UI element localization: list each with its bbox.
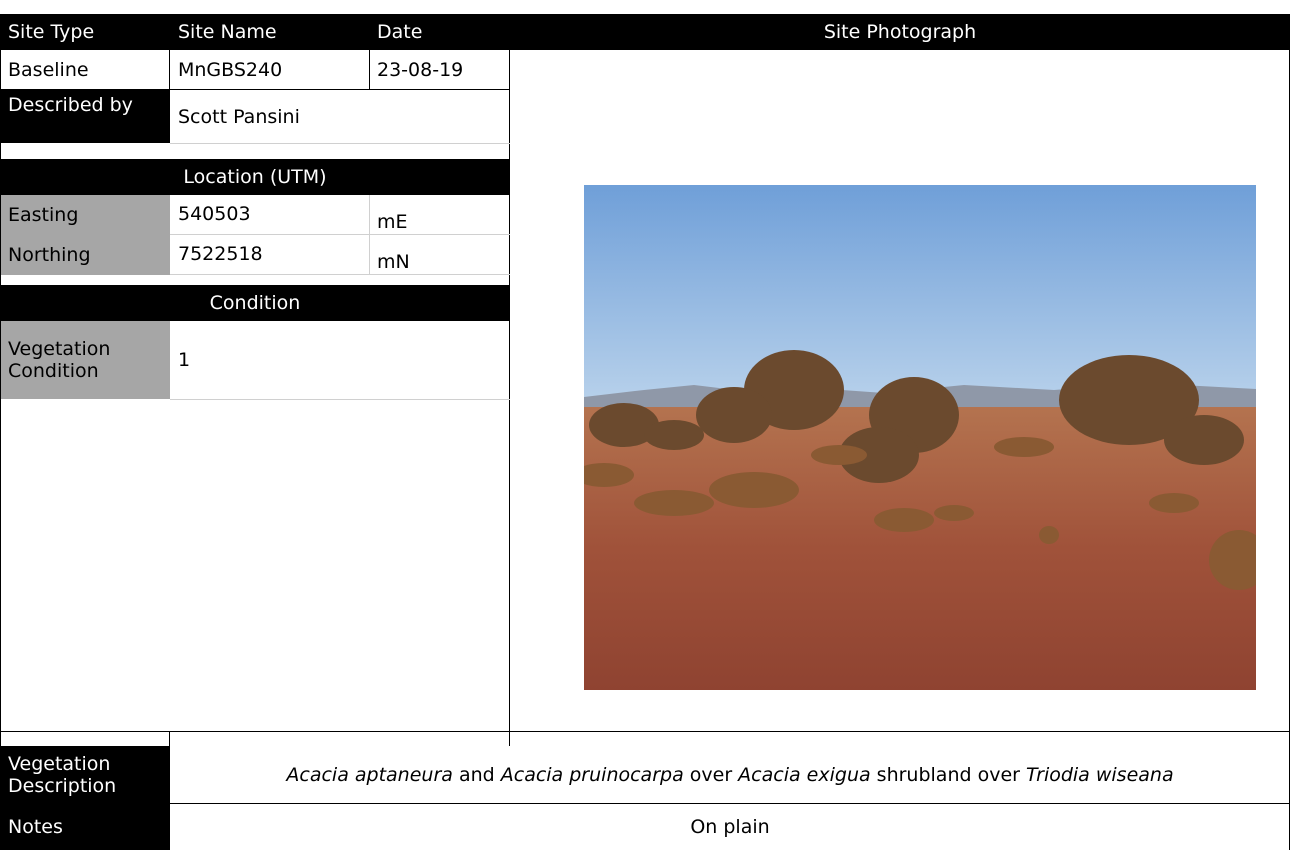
northing-label: Northing	[0, 235, 170, 275]
divider	[369, 50, 370, 90]
divider	[0, 89, 510, 90]
condition-title: Condition	[0, 285, 510, 321]
divider	[369, 195, 370, 275]
divider	[0, 731, 1290, 732]
divider	[170, 399, 510, 400]
vegetation-description-part: Triodia wiseana	[1026, 763, 1174, 786]
site-photograph	[584, 185, 1256, 690]
divider	[169, 803, 1290, 804]
vegetation-description-part: Acacia exigua	[738, 763, 871, 786]
northing-value: 7522518	[178, 243, 263, 265]
vegetation-condition-label: Vegetation Condition	[0, 321, 170, 399]
vegetation-description-part: and	[452, 763, 501, 786]
location-title: Location (UTM)	[0, 159, 510, 195]
divider	[170, 143, 510, 144]
described-by-label: Described by	[0, 90, 170, 143]
notes-label: Notes	[0, 803, 170, 850]
vegetation-description-part: Acacia aptaneura	[286, 763, 453, 786]
divider	[0, 50, 1, 850]
notes-value: On plain	[690, 815, 770, 838]
vegetation-description-part: over	[683, 763, 739, 786]
divider	[170, 274, 510, 275]
described-by-value: Scott Pansini	[178, 105, 300, 128]
vegetation-description-text: Acacia aptaneura and Acacia pruinocarpa …	[286, 764, 1173, 786]
vegetation-description-part: Acacia pruinocarpa	[500, 763, 684, 786]
vegetation-condition-value: 1	[178, 349, 191, 371]
site-name-value: MnGBS240	[178, 59, 283, 81]
divider	[169, 50, 170, 143]
header-site-photograph: Site Photograph	[510, 14, 1290, 50]
divider	[509, 14, 510, 746]
vegetation-description-label: Vegetation Description	[0, 746, 170, 803]
divider	[170, 234, 510, 235]
header-site-name: Site Name	[170, 14, 369, 50]
header-site-type: Site Type	[0, 14, 170, 50]
vegetation-description-part: shrubland over	[870, 763, 1026, 786]
northing-unit: mN	[377, 251, 410, 273]
landscape-photo-drawing	[584, 185, 1256, 690]
site-type-value: Baseline	[8, 59, 89, 81]
divider	[169, 732, 170, 850]
easting-value: 540503	[178, 203, 251, 225]
date-value: 23-08-19	[377, 59, 464, 81]
vegetation-description-value: Acacia aptaneura and Acacia pruinocarpa …	[170, 746, 1290, 803]
header-date: Date	[369, 14, 510, 50]
easting-label: Easting	[0, 195, 170, 235]
easting-unit: mE	[377, 211, 408, 233]
